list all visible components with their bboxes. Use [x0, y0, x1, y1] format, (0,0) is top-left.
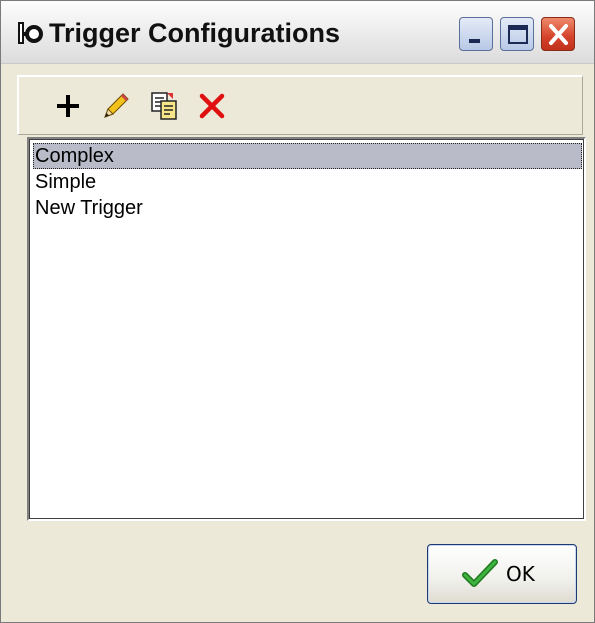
minimize-button[interactable]: [459, 17, 493, 51]
maximize-icon: [508, 25, 528, 44]
ok-button[interactable]: OK: [427, 544, 577, 604]
trigger-configurations-window: Trigger Configurations Complex Simple Ne…: [0, 0, 595, 623]
list-item[interactable]: Complex: [33, 143, 582, 169]
copy-button[interactable]: [147, 89, 181, 123]
plus-icon: [57, 95, 79, 117]
red-x-icon: [199, 93, 225, 119]
trigger-list[interactable]: Complex Simple New Trigger: [27, 137, 586, 521]
ok-label: OK: [506, 562, 535, 586]
green-check-icon: [462, 559, 498, 587]
add-button[interactable]: [51, 89, 85, 123]
list-item[interactable]: Simple: [33, 169, 582, 195]
title-bar[interactable]: Trigger Configurations: [1, 1, 594, 64]
copy-icon: [151, 92, 177, 120]
pencil-icon: [104, 93, 129, 118]
window-title: Trigger Configurations: [49, 18, 341, 48]
list-item[interactable]: New Trigger: [33, 195, 582, 221]
close-button[interactable]: [541, 17, 575, 51]
toolbar: [17, 75, 583, 135]
minimize-icon: [469, 39, 480, 43]
maximize-button[interactable]: [500, 17, 534, 51]
edit-button[interactable]: [99, 89, 133, 123]
scope-icon: [17, 19, 45, 47]
delete-button[interactable]: [195, 89, 229, 123]
close-icon: [549, 24, 568, 45]
